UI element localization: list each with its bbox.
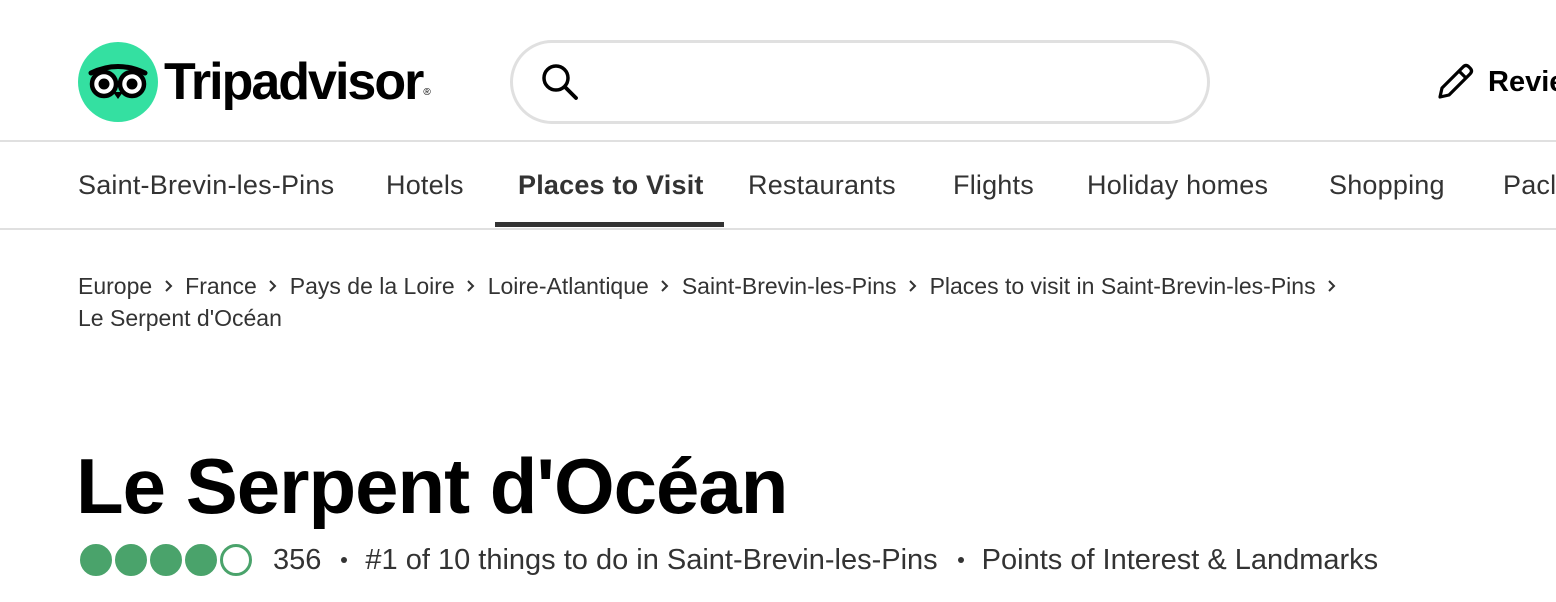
breadcrumb-saint-brevin-les-pins[interactable]: Saint-Brevin-les-Pins xyxy=(682,270,897,302)
nav-item-flights[interactable]: Flights xyxy=(953,142,1034,228)
separator-dot xyxy=(957,557,964,563)
nav-item-packages[interactable]: Pacl xyxy=(1503,142,1556,228)
category-nav: Saint-Brevin-les-Pins Hotels Places to V… xyxy=(0,142,1556,230)
breadcrumb-europe[interactable]: Europe xyxy=(78,270,152,302)
chevron-right-icon xyxy=(152,279,185,293)
nav-item-restaurants[interactable]: Restaurants xyxy=(748,142,896,228)
breadcrumb-loire-atlantique[interactable]: Loire-Atlantique xyxy=(488,270,649,302)
ranking-link[interactable]: #1 of 10 things to do in Saint-Brevin-le… xyxy=(365,544,937,577)
category-link[interactable]: Points of Interest & Landmarks xyxy=(982,544,1379,577)
nav-item-saint-brevin-les-pins[interactable]: Saint-Brevin-les-Pins xyxy=(78,142,334,228)
search-bar[interactable] xyxy=(510,40,1210,124)
review-count[interactable]: 356 xyxy=(273,544,321,577)
chevron-right-icon xyxy=(455,279,488,293)
chevron-right-icon xyxy=(649,279,682,293)
registered-mark: ® xyxy=(423,87,431,98)
separator-dot xyxy=(341,557,348,563)
bubble-filled-icon xyxy=(150,544,182,576)
brand-wordmark: Tripadvisor® xyxy=(164,53,431,111)
breadcrumb: Europe France Pays de la Loire Loire-Atl… xyxy=(78,270,1478,334)
breadcrumb-row: Le Serpent d'Océan xyxy=(78,302,1478,334)
tripadvisor-logo[interactable]: Tripadvisor® xyxy=(78,42,431,122)
nav-item-hotels[interactable]: Hotels xyxy=(386,142,464,228)
nav-item-places-to-visit[interactable]: Places to Visit xyxy=(518,142,704,228)
breadcrumb-row: Europe France Pays de la Loire Loire-Atl… xyxy=(78,270,1478,302)
nav-item-shopping[interactable]: Shopping xyxy=(1329,142,1445,228)
breadcrumb-current: Le Serpent d'Océan xyxy=(78,305,282,331)
attraction-title: Le Serpent d'Océan xyxy=(76,442,788,530)
bubble-filled-icon xyxy=(115,544,147,576)
active-tab-indicator xyxy=(495,222,724,227)
site-header: Tripadvisor® Revie xyxy=(0,0,1556,142)
rating-row: 356 #1 of 10 things to do in Saint-Brevi… xyxy=(80,538,1378,582)
nav-item-holiday-homes[interactable]: Holiday homes xyxy=(1087,142,1268,228)
chevron-right-icon xyxy=(897,279,930,293)
owl-eyes-icon xyxy=(78,42,158,122)
bubble-filled-icon xyxy=(185,544,217,576)
search-icon xyxy=(539,61,581,103)
brand-name: Tripadvisor xyxy=(164,53,424,111)
chevron-right-icon xyxy=(1316,279,1349,293)
breadcrumb-places-to-visit[interactable]: Places to visit in Saint-Brevin-les-Pins xyxy=(930,270,1316,302)
search-input[interactable] xyxy=(593,51,1183,113)
write-review-label: Revie xyxy=(1488,65,1556,98)
breadcrumb-france[interactable]: France xyxy=(185,270,257,302)
bubble-rating[interactable] xyxy=(80,544,255,576)
bubble-empty-icon xyxy=(220,544,252,576)
chevron-right-icon xyxy=(257,279,290,293)
breadcrumb-pays-de-la-loire[interactable]: Pays de la Loire xyxy=(290,270,455,302)
pencil-icon xyxy=(1434,61,1476,103)
write-review-link[interactable]: Revie xyxy=(1434,56,1556,108)
bubble-filled-icon xyxy=(80,544,112,576)
